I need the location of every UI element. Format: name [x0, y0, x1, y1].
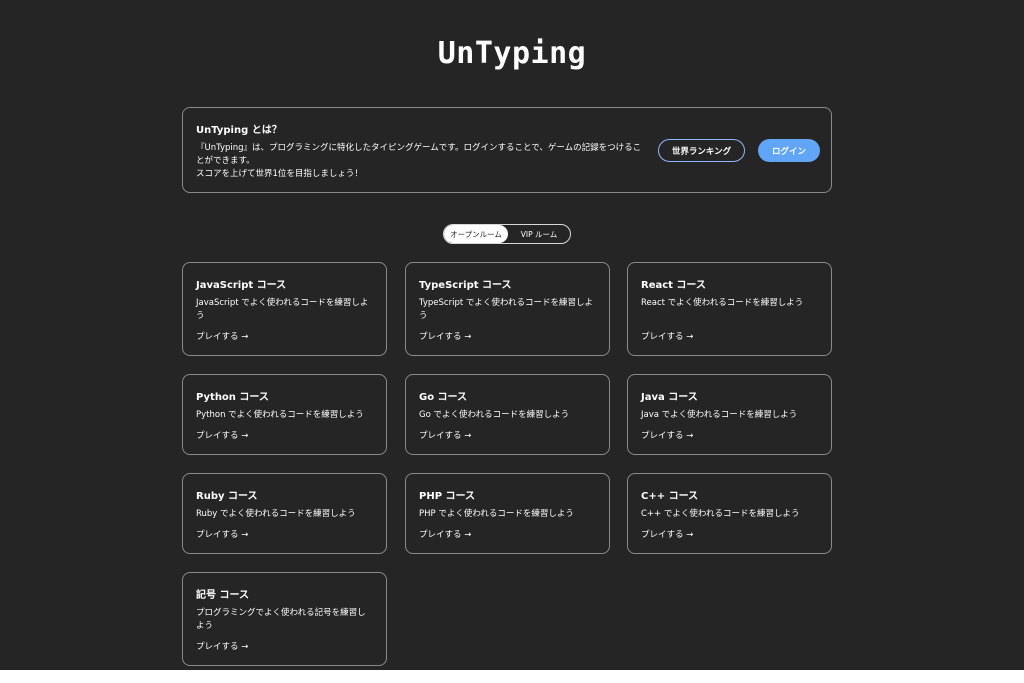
- course-card-react[interactable]: React コース React でよく使われるコードを練習しよう プレイする →: [627, 262, 832, 356]
- course-title: Ruby コース: [196, 491, 258, 502]
- course-title: Go コース: [419, 392, 468, 403]
- play-link[interactable]: プレイする →: [196, 330, 248, 342]
- course-description: JavaScript でよく使われるコードを練習しよう: [196, 298, 369, 321]
- course-card-java[interactable]: Java コース Java でよく使われるコードを練習しよう プレイする →: [627, 374, 832, 455]
- course-card-php[interactable]: PHP コース PHP でよく使われるコードを練習しよう プレイする →: [405, 473, 610, 554]
- play-link[interactable]: プレイする →: [641, 528, 693, 540]
- course-card-symbols[interactable]: 記号 コース プログラミングでよく使われる記号を練習しよう プレイする →: [182, 572, 387, 666]
- play-link[interactable]: プレイする →: [641, 330, 693, 342]
- course-title: C++ コース: [641, 491, 699, 502]
- course-title: Python コース: [196, 392, 269, 403]
- course-title: React コース: [641, 280, 706, 291]
- course-card-javascript[interactable]: JavaScript コース JavaScript でよく使われるコードを練習し…: [182, 262, 387, 356]
- about-heading: UnTyping とは？: [196, 125, 282, 136]
- course-card-go[interactable]: Go コース Go でよく使われるコードを練習しよう プレイする →: [405, 374, 610, 455]
- course-description: Java でよく使われるコードを練習しよう: [641, 410, 798, 420]
- play-link[interactable]: プレイする →: [196, 640, 248, 652]
- course-description: PHP でよく使われるコードを練習しよう: [419, 509, 574, 519]
- course-description: Go でよく使われるコードを練習しよう: [419, 410, 570, 420]
- course-title: JavaScript コース: [196, 280, 287, 291]
- course-title: PHP コース: [419, 491, 476, 502]
- about-description-line1: 『UnTyping』は、プログラミングに特化したタイピングゲームです。ログインす…: [196, 143, 642, 166]
- play-link[interactable]: プレイする →: [641, 429, 693, 441]
- app-title: UnTyping: [437, 36, 587, 71]
- course-description: Python でよく使われるコードを練習しよう: [196, 410, 364, 420]
- play-link[interactable]: プレイする →: [419, 429, 471, 441]
- app-root: UnTyping UnTyping とは？ 『UnTyping』は、プログラミン…: [0, 0, 1024, 670]
- course-title: 記号 コース: [196, 590, 249, 601]
- play-link[interactable]: プレイする →: [196, 528, 248, 540]
- course-title: Java コース: [641, 392, 698, 403]
- course-title: TypeScript コース: [419, 280, 512, 291]
- about-description: 『UnTyping』は、プログラミングに特化したタイピングゲームです。ログインす…: [196, 142, 646, 181]
- course-card-typescript[interactable]: TypeScript コース TypeScript でよく使われるコードを練習し…: [405, 262, 610, 356]
- course-card-python[interactable]: Python コース Python でよく使われるコードを練習しよう プレイする…: [182, 374, 387, 455]
- course-description: Ruby でよく使われるコードを練習しよう: [196, 509, 356, 519]
- room-toggle: オープンルーム VIP ルーム: [443, 224, 571, 244]
- world-ranking-button[interactable]: 世界ランキング: [658, 139, 745, 162]
- play-link[interactable]: プレイする →: [419, 330, 471, 342]
- course-description: C++ でよく使われるコードを練習しよう: [641, 509, 800, 519]
- tab-open-room[interactable]: オープンルーム: [444, 225, 508, 243]
- course-card-ruby[interactable]: Ruby コース Ruby でよく使われるコードを練習しよう プレイする →: [182, 473, 387, 554]
- course-card-cpp[interactable]: C++ コース C++ でよく使われるコードを練習しよう プレイする →: [627, 473, 832, 554]
- course-description: TypeScript でよく使われるコードを練習しよう: [419, 298, 593, 321]
- tab-vip-room[interactable]: VIP ルーム: [508, 225, 570, 243]
- course-description: React でよく使われるコードを練習しよう: [641, 298, 804, 308]
- login-button[interactable]: ログイン: [758, 139, 820, 162]
- play-link[interactable]: プレイする →: [419, 528, 471, 540]
- play-link[interactable]: プレイする →: [196, 429, 248, 441]
- about-description-line2: スコアを上げて世界1位を目指しましょう！: [196, 169, 363, 179]
- course-description: プログラミングでよく使われる記号を練習しよう: [196, 608, 366, 631]
- about-panel: UnTyping とは？ 『UnTyping』は、プログラミングに特化したタイピ…: [182, 107, 832, 193]
